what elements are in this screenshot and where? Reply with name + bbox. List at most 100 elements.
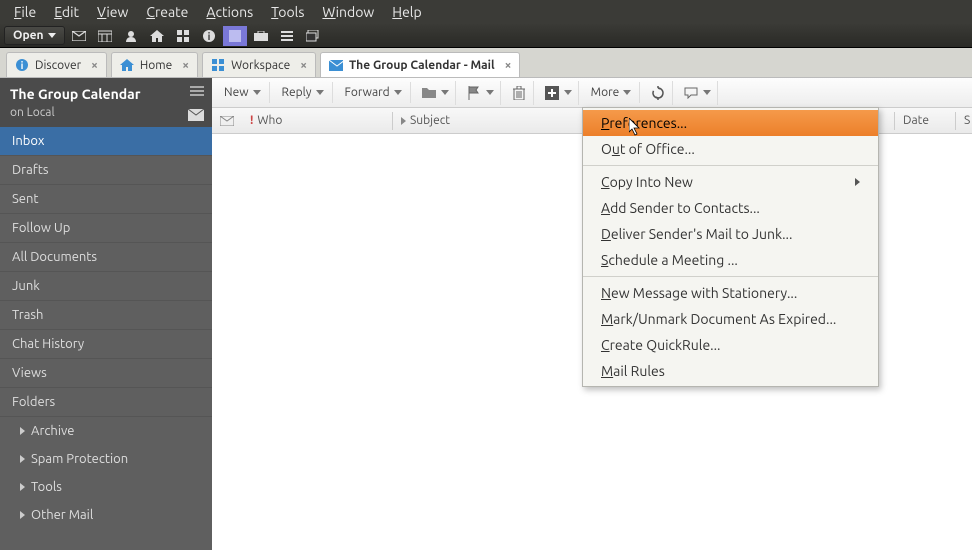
envelope-icon [220,116,234,126]
mail-icon[interactable] [67,26,91,46]
info-icon[interactable]: i [197,26,221,46]
sidebar-item-inbox[interactable]: Inbox [0,127,212,156]
chevron-down-icon [48,33,56,38]
col-size[interactable]: S [956,114,972,127]
separator [583,165,878,166]
col-date[interactable]: Date [895,114,955,127]
contacts-icon[interactable] [119,26,143,46]
sidebar-folders: ArchiveSpam ProtectionToolsOther Mail [0,417,212,529]
priority-icon: ! [250,114,253,127]
menu-create[interactable]: Create [138,2,196,22]
more-dropdown: Preferences...Out of Office... Copy Into … [582,107,879,387]
sidebar-item-follow-up[interactable]: Follow Up [0,214,212,243]
menu-item-add-sender-to-contacts[interactable]: Add Sender to Contacts... [583,195,878,221]
home-icon [120,58,134,72]
chevron-right-icon [20,483,25,491]
flag-icon [466,85,482,101]
sidebar-header: The Group Calendar on Local [0,78,212,127]
sidebar-item-all-documents[interactable]: All Documents [0,243,212,272]
hamburger-icon[interactable] [190,86,204,96]
menu-item-create-quickrule[interactable]: Create QuickRule... [583,332,878,358]
content-area: New Reply Forward More !Who Subject Date… [212,78,972,550]
folder-button[interactable] [415,81,456,105]
menu-item-mail-rules[interactable]: Mail Rules [583,358,878,384]
sidebar-folder-archive[interactable]: Archive [0,417,212,445]
sidebar-item-folders[interactable]: Folders [0,388,212,417]
tab-discover[interactable]: iDiscover× [6,52,107,77]
chevron-right-icon [401,117,406,125]
svg-text:i: i [207,31,210,42]
menu-actions[interactable]: Actions [198,2,261,22]
new-button[interactable]: New [216,82,270,103]
close-icon[interactable]: × [182,59,189,72]
chat-button[interactable] [677,81,718,105]
close-icon[interactable]: × [505,59,512,72]
sidebar-folder-spam-protection[interactable]: Spam Protection [0,445,212,473]
menu-edit[interactable]: Edit [46,2,87,22]
action-bar: New Reply Forward More [212,78,972,108]
sidebar-items: InboxDraftsSentFollow UpAll DocumentsJun… [0,127,212,417]
chevron-right-icon [855,178,860,186]
separator [583,276,878,277]
mail-compose-icon[interactable] [188,109,204,121]
chevron-down-icon [486,90,494,95]
sidebar-item-drafts[interactable]: Drafts [0,156,212,185]
briefcase-icon[interactable] [249,26,273,46]
menu-item-preferences[interactable]: Preferences... [583,110,878,136]
sidebar-item-chat-history[interactable]: Chat History [0,330,212,359]
open-button[interactable]: Open [4,26,65,45]
menu-item-deliver-sender-s-mail-to-junk[interactable]: Deliver Sender's Mail to Junk... [583,221,878,247]
menu-item-mark-unmark-document-as-expired[interactable]: Mark/Unmark Document As Expired... [583,306,878,332]
delete-button[interactable] [505,81,534,105]
plus-icon [544,85,560,101]
menu-window[interactable]: Window [314,2,382,22]
tab-the-group-calendar-mail[interactable]: The Group Calendar - Mail× [320,52,520,77]
menu-view[interactable]: View [89,2,136,22]
chevron-right-icon [20,427,25,435]
menu-help[interactable]: Help [384,2,429,22]
forward-button[interactable]: Forward [337,82,411,103]
close-icon[interactable]: × [91,59,98,72]
close-icon[interactable]: × [300,59,307,72]
more-button[interactable]: More [583,82,641,103]
tab-workspace[interactable]: Workspace× [202,52,316,77]
flag-button[interactable] [460,81,501,105]
trash-icon [511,85,527,101]
windows-icon[interactable] [301,26,325,46]
tab-home[interactable]: Home× [111,52,198,77]
sidebar-item-sent[interactable]: Sent [0,185,212,214]
menu-tools[interactable]: Tools [263,2,312,22]
list-icon[interactable] [275,26,299,46]
home-icon[interactable] [145,26,169,46]
info-icon: i [15,58,29,72]
menu-item-copy-into-new[interactable]: Copy Into New [583,169,878,195]
tab-bar: iDiscover×Home×Workspace×The Group Calen… [0,48,972,78]
mark-button[interactable] [538,81,579,105]
chevron-down-icon [394,90,402,95]
col-who[interactable]: !Who [242,114,392,127]
menu-item-out-of-office[interactable]: Out of Office... [583,136,878,162]
reply-button[interactable]: Reply [274,82,333,103]
menu-item-schedule-a-meeting[interactable]: Schedule a Meeting ... [583,247,878,273]
calendar-icon[interactable] [93,26,117,46]
view-icon[interactable] [223,26,247,46]
chevron-right-icon [20,511,25,519]
apps-icon[interactable] [171,26,195,46]
refresh-icon [650,85,666,101]
open-label: Open [13,29,44,42]
refresh-button[interactable] [644,81,673,105]
sidebar-item-junk[interactable]: Junk [0,272,212,301]
chevron-down-icon [703,90,711,95]
menu-item-new-message-with-stationery[interactable]: New Message with Stationery... [583,280,878,306]
mail-icon [329,58,343,72]
col-icon[interactable] [212,116,242,126]
folder-icon [421,85,437,101]
sidebar-item-trash[interactable]: Trash [0,301,212,330]
sidebar-item-views[interactable]: Views [0,359,212,388]
menubar: FileEditViewCreateActionsToolsWindowHelp [0,0,972,24]
chevron-down-icon [623,90,631,95]
chevron-right-icon [20,455,25,463]
menu-file[interactable]: File [6,2,44,22]
sidebar-folder-tools[interactable]: Tools [0,473,212,501]
sidebar-folder-other-mail[interactable]: Other Mail [0,501,212,529]
